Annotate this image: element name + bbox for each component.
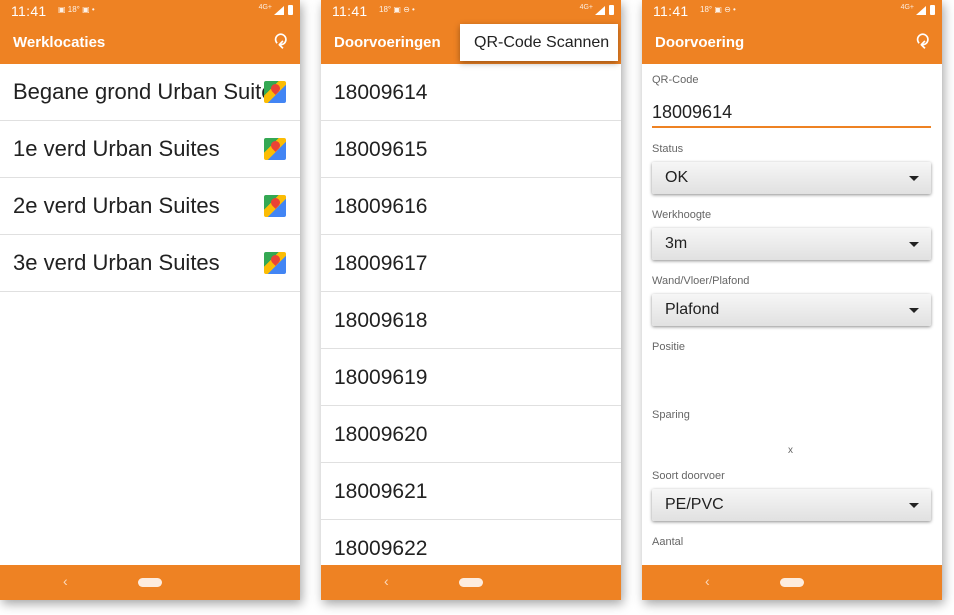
back-icon[interactable]: ‹ <box>63 573 68 589</box>
list-item[interactable]: 18009619 <box>321 349 621 406</box>
doorvoering-number: 18009614 <box>334 81 428 104</box>
wand-vloer-plafond-value: Plafond <box>665 301 720 318</box>
list-item[interactable]: 18009617 <box>321 235 621 292</box>
list-item[interactable]: 18009614 <box>321 64 621 121</box>
list-item[interactable]: 2e verd Urban Suites <box>0 178 300 235</box>
app-bar: Werklocaties ⟳ <box>0 22 300 64</box>
soort-doorvoer-select[interactable]: PE/PVC <box>652 489 931 521</box>
maps-icon[interactable] <box>264 81 286 103</box>
page-title: Werklocaties <box>13 34 106 51</box>
status-bar: 11:41 18° ▣ ⊖ • 4G+ <box>321 0 621 22</box>
dropdown-caret-icon <box>909 242 919 247</box>
status-time: 11:41 <box>11 3 47 19</box>
sparing-separator: x <box>788 445 793 456</box>
location-label: 2e verd Urban Suites <box>13 193 220 218</box>
signal-icon <box>916 6 926 15</box>
aantal-label: Aantal <box>652 536 684 548</box>
status-label: Status <box>652 143 684 155</box>
location-label: 1e verd Urban Suites <box>13 136 220 161</box>
sync-icon[interactable]: ⟳ <box>910 33 934 50</box>
status-select[interactable]: OK <box>652 162 931 194</box>
status-time: 11:41 <box>332 3 368 19</box>
doorvoering-number: 18009617 <box>334 252 428 275</box>
list-item[interactable]: 18009618 <box>321 292 621 349</box>
maps-icon[interactable] <box>264 195 286 217</box>
soort-doorvoer-label: Soort doorvoer <box>652 470 725 482</box>
list-item[interactable]: 3e verd Urban Suites <box>0 235 300 292</box>
status-value: OK <box>665 169 689 186</box>
dropdown-caret-icon <box>909 503 919 508</box>
soort-doorvoer-value: PE/PVC <box>665 496 724 513</box>
notification-icons: 18° ▣ ⊖ • <box>700 5 736 14</box>
doorvoering-number: 18009618 <box>334 309 428 332</box>
dropdown-caret-icon <box>909 308 919 313</box>
menu-item-qr-code-scannen[interactable]: QR-Code Scannen <box>460 24 618 61</box>
doorvoering-number: 18009616 <box>334 195 428 218</box>
battery-icon <box>609 5 614 15</box>
network-type: 4G+ <box>258 4 272 11</box>
screen-doorvoering-detail: 11:41 18° ▣ ⊖ • 4G+ Doorvoering ⟳ QR-Cod… <box>642 0 942 600</box>
list-item[interactable]: Begane grond Urban Suites <box>0 64 300 121</box>
network-type: 4G+ <box>900 4 914 11</box>
system-nav-bar: ‹ <box>642 565 942 600</box>
notification-icons: ▣ 18° ▣ • <box>58 5 95 14</box>
list-item[interactable]: 18009615 <box>321 121 621 178</box>
signal-icon <box>274 6 284 15</box>
doorvoering-number: 18009621 <box>334 480 428 503</box>
battery-icon <box>288 5 293 15</box>
notification-icons: 18° ▣ ⊖ • <box>379 5 415 14</box>
location-label: Begane grond Urban Suites <box>13 79 285 104</box>
sync-icon[interactable]: ⟳ <box>268 33 292 50</box>
status-bar: 11:41 18° ▣ ⊖ • 4G+ <box>642 0 942 22</box>
screen-doorvoeringen: 11:41 18° ▣ ⊖ • 4G+ Doorvoeringen QR-Cod… <box>321 0 621 600</box>
home-pill-icon[interactable] <box>138 578 162 587</box>
status-bar: 11:41 ▣ 18° ▣ • 4G+ <box>0 0 300 22</box>
doorvoering-number: 18009622 <box>334 537 428 560</box>
page-title: Doorvoering <box>655 34 745 51</box>
qr-code-label: QR-Code <box>652 74 699 86</box>
page-title: Doorvoeringen <box>334 34 441 51</box>
list-item[interactable]: 1e verd Urban Suites <box>0 121 300 178</box>
system-nav-bar: ‹ <box>321 565 621 600</box>
sparing-label: Sparing <box>652 409 690 421</box>
home-pill-icon[interactable] <box>780 578 804 587</box>
maps-icon[interactable] <box>264 252 286 274</box>
list-item[interactable]: 18009616 <box>321 178 621 235</box>
signal-icon <box>595 6 605 15</box>
battery-icon <box>930 5 935 15</box>
system-nav-bar: ‹ <box>0 565 300 600</box>
werkhoogte-value: 3m <box>665 235 688 252</box>
screen-werklocaties: 11:41 ▣ 18° ▣ • 4G+ Werklocaties ⟳ Began… <box>0 0 300 600</box>
doorvoering-number: 18009615 <box>334 138 428 161</box>
maps-icon[interactable] <box>264 138 286 160</box>
network-type: 4G+ <box>579 4 593 11</box>
qr-code-input[interactable]: 18009614 <box>652 100 931 128</box>
wand-vloer-plafond-label: Wand/Vloer/Plafond <box>652 275 750 287</box>
werkhoogte-label: Werkhoogte <box>652 209 712 221</box>
doorvoering-number: 18009620 <box>334 423 428 446</box>
list-item[interactable]: 18009620 <box>321 406 621 463</box>
back-icon[interactable]: ‹ <box>705 573 710 589</box>
status-time: 11:41 <box>653 3 689 19</box>
list-item[interactable]: 18009621 <box>321 463 621 520</box>
doorvoering-number: 18009619 <box>334 366 428 389</box>
wand-vloer-plafond-select[interactable]: Plafond <box>652 294 931 326</box>
back-icon[interactable]: ‹ <box>384 573 389 589</box>
positie-label: Positie <box>652 341 686 353</box>
app-bar: Doorvoering ⟳ <box>642 22 942 64</box>
location-label: 3e verd Urban Suites <box>13 250 220 275</box>
dropdown-caret-icon <box>909 176 919 181</box>
home-pill-icon[interactable] <box>459 578 483 587</box>
werkhoogte-select[interactable]: 3m <box>652 228 931 260</box>
